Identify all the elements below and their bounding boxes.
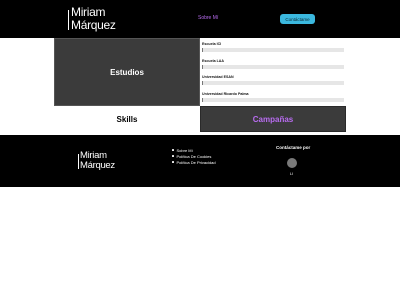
footer-logo[interactable]: Miriam Márquez [78,151,115,171]
skill-label: Escuela LAA [202,59,224,63]
skill-label: Escuela ICI [202,42,222,46]
skill-label: Universidad Ricardo Palma [202,92,249,96]
contactame-button[interactable]: Contáctame [280,14,315,24]
social-label: LI [290,172,293,176]
skills-heading: Skills [116,114,138,124]
campanas-panel[interactable]: Campañas [200,106,346,132]
header-logo[interactable]: Miriam Márquez [68,5,116,32]
linkedin-icon[interactable] [287,158,297,168]
skill-bar [202,98,344,102]
skill-bar [202,48,344,52]
footer-link-privacidad[interactable]: Política De Privacidad [172,159,216,165]
logo-last-name-text: Márquez [80,159,115,171]
skill-bar [202,65,344,69]
logo-last-name: Márquez [78,153,115,171]
contact-title: Contáctame por [276,145,311,150]
bullet-icon [172,155,174,157]
bullet-icon [172,149,174,151]
logo-last-name: Márquez [68,10,116,32]
skill-label: Universidad ESAN [202,75,234,79]
logo-last-name-text: Márquez [71,18,116,32]
site-header: Miriam Márquez Sobre Mí Contáctame [0,0,400,38]
nav-sobre-mi-link[interactable]: Sobre Mí [198,15,218,21]
skill-bar [202,81,344,85]
bullet-icon [172,161,174,163]
site-footer: Miriam Márquez Sobre Mí Política De Cook… [0,135,400,187]
logo-bar [78,153,79,169]
estudios-panel: Estudios [54,38,200,106]
skills-list: Escuela ICI Escuela LAA Universidad ESAN… [200,38,346,106]
logo-first-name: Miriam [71,5,106,19]
footer-link-cookies[interactable]: Política De Cookies [172,153,216,159]
footer-links: Sobre Mí Política De Cookies Política De… [172,147,216,165]
logo-bar [68,10,69,30]
